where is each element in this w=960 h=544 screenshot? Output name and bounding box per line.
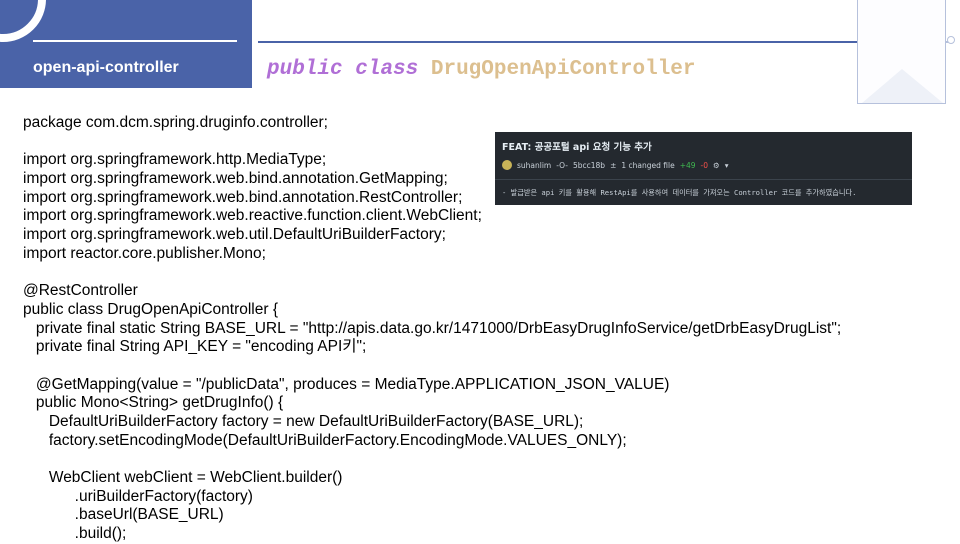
bookmark-ribbon	[857, 0, 946, 104]
code-line: @GetMapping(value = "/publicData", produ…	[23, 375, 670, 393]
git-commit-icon: -O-	[556, 160, 568, 170]
slide-title: public class DrugOpenApiController	[267, 58, 696, 81]
gear-icon[interactable]: ⚙	[713, 161, 720, 170]
code-line: public Mono<String> getDrugInfo() {	[23, 394, 284, 412]
code-line: .baseUrl(BASE_URL)	[23, 506, 224, 524]
decorative-circle	[947, 36, 955, 44]
bookmark-notch-icon	[862, 69, 943, 103]
title-keyword-class: class	[355, 58, 419, 81]
title-keyword-public: public	[267, 58, 343, 81]
plus-minus-icon: ±	[610, 160, 617, 170]
code-line: WebClient webClient = WebClient.builder(…	[23, 469, 343, 487]
header-divider	[33, 40, 237, 42]
files-changed[interactable]: 1 changed file	[621, 161, 674, 170]
code-line: import org.springframework.web.util.Defa…	[23, 226, 446, 244]
code-line: @RestController	[23, 282, 138, 300]
commit-divider	[495, 179, 912, 180]
commit-description: - 발급받은 api 키를 활용해 RestApi를 사용하여 데이터를 가져오…	[502, 188, 857, 197]
title-underline	[258, 41, 858, 43]
code-line: DefaultUriBuilderFactory factory = new D…	[23, 413, 584, 430]
commit-author[interactable]: suhanlim	[517, 161, 551, 170]
section-header-panel: open-api-controller	[0, 0, 252, 88]
code-line: package com.dcm.spring.druginfo.controll…	[23, 114, 328, 131]
commit-hash[interactable]: 5bcc18b	[573, 161, 605, 170]
code-line: .build();	[23, 525, 127, 543]
code-line: .uriBuilderFactory(factory)	[23, 487, 253, 505]
title-class-name: DrugOpenApiController	[430, 58, 696, 81]
section-label: open-api-controller	[33, 59, 179, 76]
code-line: import reactor.core.publisher.Mono;	[23, 244, 266, 262]
commit-title[interactable]: FEAT: 공공포털 api 요청 기능 추가	[502, 139, 652, 153]
code-line: private final String API_KEY = "encoding…	[23, 338, 367, 356]
code-line: import org.springframework.web.reactive.…	[23, 207, 482, 225]
commit-card: FEAT: 공공포털 api 요청 기능 추가 suhanlim -O- 5bc…	[495, 132, 912, 205]
commit-meta: suhanlim -O- 5bcc18b ± 1 changed file +4…	[502, 160, 729, 170]
avatar[interactable]	[502, 160, 512, 170]
code-line: public class DrugOpenApiController {	[23, 300, 279, 318]
additions-count: +49	[679, 160, 696, 170]
code-line: factory.setEncodingMode(DefaultUriBuilde…	[23, 431, 627, 449]
code-line: private final static String BASE_URL = "…	[23, 319, 842, 337]
decorative-arc	[0, 0, 46, 42]
caret-down-icon[interactable]: ▾	[725, 161, 729, 170]
deletions-count: -0	[700, 160, 709, 170]
